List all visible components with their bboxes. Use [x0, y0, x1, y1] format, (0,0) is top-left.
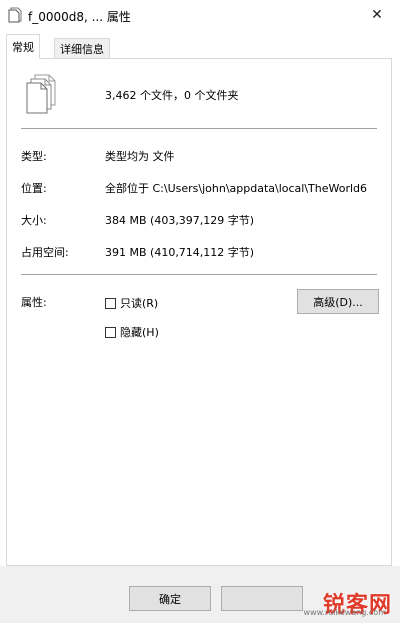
close-icon: ✕	[371, 7, 383, 23]
multiple-files-icon	[23, 73, 59, 115]
tab-bar: 常规 详细信息	[0, 34, 400, 59]
separator	[21, 128, 377, 129]
hidden-label: 隐藏(H)	[120, 326, 159, 339]
watermark-url: www.ruikewang.com	[303, 608, 386, 617]
checkbox-box[interactable]	[105, 326, 116, 338]
checkbox-box[interactable]	[105, 297, 116, 309]
watermark: 锐客网 www.ruikewang.com	[260, 561, 392, 618]
tab-label: 常规	[12, 41, 34, 54]
advanced-button[interactable]: 高级(D)...	[297, 289, 379, 314]
file-count-summary: 3,462 个文件，0 个文件夹	[105, 89, 239, 102]
hidden-checkbox[interactable]: 隐藏(H)	[105, 324, 159, 340]
attributes-label: 属性:	[21, 296, 47, 309]
separator	[21, 274, 377, 275]
disk-size-value: 391 MB (410,714,112 字节)	[105, 246, 255, 259]
window-title: f_0000d8, ... 属性	[28, 10, 131, 24]
type-value: 类型均为 文件	[105, 150, 175, 163]
general-panel: 3,462 个文件，0 个文件夹 类型: 类型均为 文件 位置: 全部位于 C:…	[6, 58, 392, 566]
disk-size-label: 占用空间:	[21, 246, 69, 259]
tab-general[interactable]: 常规	[6, 34, 40, 59]
size-label: 大小:	[21, 214, 47, 227]
readonly-label: 只读(R)	[120, 297, 159, 310]
readonly-checkbox[interactable]: 只读(R)	[105, 295, 158, 311]
advanced-button-label: 高级(D)...	[313, 295, 363, 309]
title-bar: f_0000d8, ... 属性 ✕	[0, 0, 400, 30]
files-icon	[8, 7, 22, 23]
location-label: 位置:	[21, 182, 47, 195]
tab-label: 详细信息	[60, 42, 104, 56]
ok-button-label: 确定	[159, 592, 181, 606]
size-value: 384 MB (403,397,129 字节)	[105, 214, 255, 227]
type-label: 类型:	[21, 150, 47, 163]
tab-details[interactable]: 详细信息	[54, 38, 110, 58]
ok-button[interactable]: 确定	[129, 586, 211, 611]
close-button[interactable]: ✕	[354, 0, 400, 30]
location-value: 全部位于 C:\Users\john\appdata\local\TheWorl…	[105, 182, 368, 195]
